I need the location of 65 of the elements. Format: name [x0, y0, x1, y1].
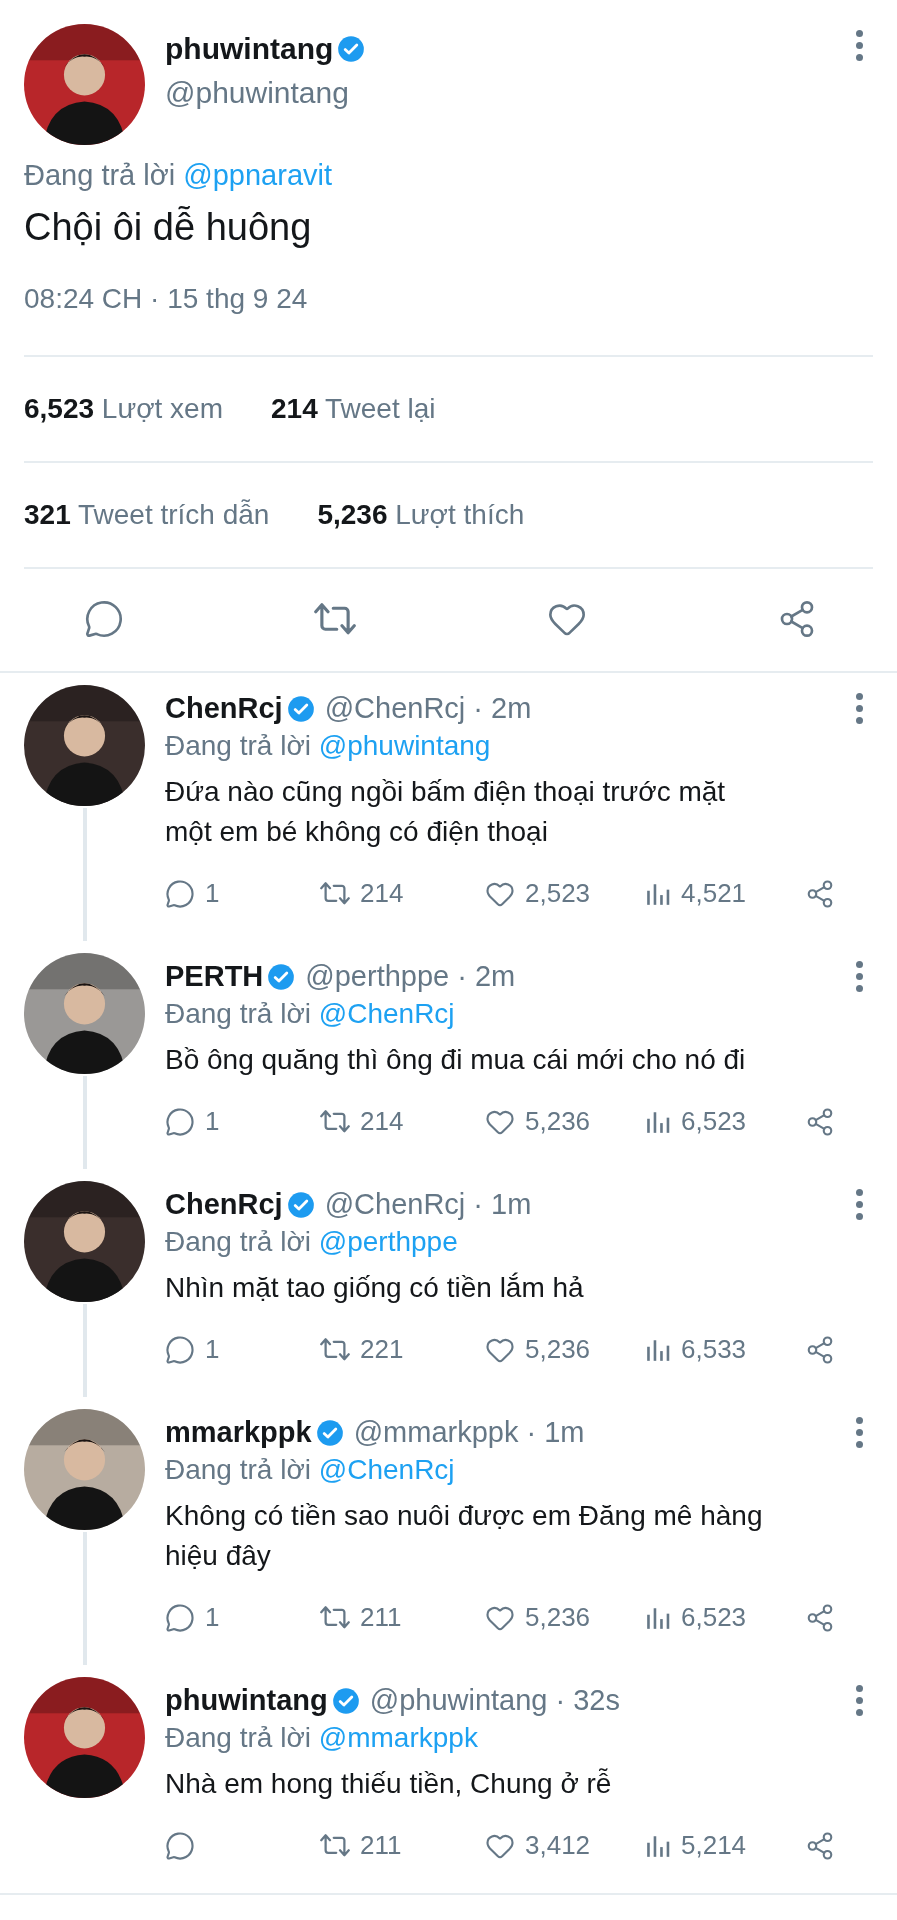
tweet-text: Chội ôi dễ huông [24, 206, 313, 249]
retweet-icon [320, 1110, 350, 1133]
reply-button[interactable]: 1 [165, 1106, 320, 1137]
author-name[interactable]: phuwintang [165, 1684, 328, 1717]
like-button[interactable]: 5,236 [485, 1106, 645, 1137]
handle-and-time: @ChenRcj · 2m [324, 692, 532, 725]
views-button[interactable]: 6,523 [645, 1106, 805, 1137]
mention-link[interactable]: @phuwintang [318, 730, 491, 761]
retweet-icon [320, 882, 350, 905]
retweet-button[interactable]: 211 [320, 1830, 485, 1861]
stat-text[interactable]: 6,523 Lượt xem [24, 393, 223, 425]
reply-button[interactable]: 1 [165, 1602, 320, 1633]
retweet-button[interactable]: 214 [320, 1106, 485, 1137]
retweet-icon [320, 1606, 350, 1629]
author-name[interactable]: PERTH [165, 960, 264, 993]
author-name[interactable]: ChenRcj [165, 692, 283, 725]
views-button[interactable]: 6,523 [645, 1602, 805, 1633]
reply-context: Đang trả lời @perthppe [165, 1226, 459, 1258]
handle-and-time: @perthppe · 2m [305, 960, 516, 993]
reply-text: Bồ ông quăng thì ông đi mua cái mới cho nó đi [165, 1043, 747, 1077]
reply-text: Nhà em hong thiếu tiền, Chung ở rễ [165, 1767, 613, 1801]
reply-button[interactable]: 1 [165, 878, 320, 909]
reply-text: Nhìn mặt tao giống có tiền lắm hả [165, 1271, 585, 1305]
stat-text[interactable]: 5,236 Lượt thích [317, 499, 525, 531]
retweet-button[interactable]: 214 [320, 878, 485, 909]
views-button[interactable]: 4,521 [645, 878, 805, 909]
mention-link[interactable]: @perthppe [318, 1226, 458, 1257]
speech-bubble-icon [165, 1602, 195, 1633]
retweet-icon [320, 1338, 350, 1361]
speech-bubble-icon [165, 1334, 195, 1365]
reply-text: Không có tiền sao nuôi được em Đăng mê hàng hiệu đây [165, 1499, 764, 1573]
stat-text[interactable]: 214 Tweet lại [271, 393, 436, 425]
speech-bubble-icon [165, 1106, 195, 1137]
reply-context: Đang trả lời @ppnaravit [24, 159, 333, 192]
reply-context: Đang trả lời @mmarkppk [165, 1722, 479, 1754]
mention-link[interactable]: @ChenRcj [318, 998, 455, 1029]
retweet-icon [320, 1834, 350, 1857]
handle-and-time: @ChenRcj · 1m [324, 1188, 532, 1221]
handle-and-time: @mmarkppk · 1m [353, 1416, 585, 1449]
author-handle: @phuwintang [165, 76, 350, 110]
retweet-button[interactable]: 211 [320, 1602, 485, 1633]
mention-link[interactable]: @mmarkppk [318, 1722, 478, 1753]
speech-bubble-icon [165, 878, 195, 909]
retweet-button[interactable]: 221 [320, 1334, 485, 1365]
author-name[interactable]: mmarkppk [165, 1416, 312, 1449]
speech-bubble-icon [165, 1830, 195, 1861]
handle-and-time: @phuwintang · 32s [369, 1684, 620, 1717]
views-button[interactable]: 5,214 [645, 1830, 805, 1861]
reply-button[interactable]: 1 [165, 1334, 320, 1365]
author-name[interactable]: phuwintang [165, 32, 334, 66]
like-button[interactable]: 2,523 [485, 878, 645, 909]
reply-text: Đứa nào cũng ngồi bấm điện thoại trước mặt một em bé không có điện thoại [165, 775, 727, 849]
reply-context: Đang trả lời @ChenRcj [165, 998, 456, 1030]
views-button[interactable]: 6,533 [645, 1334, 805, 1365]
like-button[interactable]: 5,236 [485, 1602, 645, 1633]
like-button[interactable]: 5,236 [485, 1334, 645, 1365]
stat-text[interactable]: 321 Tweet trích dẫn [24, 499, 270, 531]
reply-context: Đang trả lời @ChenRcj [165, 1454, 456, 1486]
like-button[interactable]: 3,412 [485, 1830, 645, 1861]
reply-icon[interactable] [84, 599, 124, 639]
reply-context: Đang trả lời @phuwintang [165, 730, 492, 762]
mention-link[interactable]: @ChenRcj [318, 1454, 455, 1485]
author-name[interactable]: ChenRcj [165, 1188, 283, 1221]
mention-link[interactable]: @ppnaravit [183, 159, 332, 191]
timestamp: 08:24 CH · 15 thg 9 24 [24, 283, 309, 316]
